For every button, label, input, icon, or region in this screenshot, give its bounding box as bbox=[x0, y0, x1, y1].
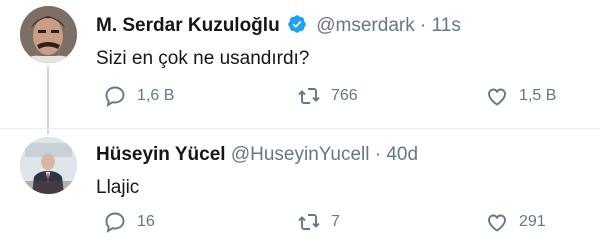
like-button[interactable]: 291 bbox=[485, 210, 546, 234]
avatar-mserdark[interactable] bbox=[20, 6, 77, 63]
retweet-count: 7 bbox=[331, 213, 340, 230]
tweet-text: Sizi en çok ne usandırdı? bbox=[96, 48, 310, 69]
tweet-2-header: Hüseyin Yücel @HuseyinYucell · 40d bbox=[96, 144, 418, 166]
timestamp[interactable]: 11s bbox=[432, 15, 461, 36]
handle[interactable]: @mserdark bbox=[316, 15, 414, 36]
tweet-1-header: M. Serdar Kuzuloğlu @mserdark · 11s bbox=[96, 14, 461, 40]
like-icon bbox=[488, 88, 506, 106]
timestamp[interactable]: 40d bbox=[386, 144, 418, 165]
retweet-count: 766 bbox=[331, 87, 358, 104]
separator-dot: · bbox=[374, 144, 382, 165]
separator-dot: · bbox=[420, 15, 427, 36]
handle[interactable]: @HuseyinYucell bbox=[231, 144, 370, 165]
reply-count: 1,6 B bbox=[137, 87, 175, 104]
like-count: 291 bbox=[519, 213, 546, 230]
retweet-icon bbox=[298, 88, 320, 104]
display-name[interactable]: M. Serdar Kuzuloğlu bbox=[96, 15, 280, 36]
retweet-button[interactable]: 766 bbox=[297, 84, 358, 108]
reply-button[interactable]: 1,6 B bbox=[103, 84, 174, 108]
retweet-icon bbox=[298, 214, 320, 230]
reply-count: 16 bbox=[137, 213, 155, 230]
reply-button[interactable]: 16 bbox=[103, 210, 155, 234]
tweet-text: Llajic bbox=[96, 177, 140, 198]
retweet-button[interactable]: 7 bbox=[297, 210, 340, 234]
like-count: 1,5 B bbox=[519, 87, 557, 104]
verified-badge-icon bbox=[287, 14, 307, 40]
thread-line bbox=[47, 66, 49, 134]
reply-icon bbox=[105, 86, 125, 107]
divider bbox=[0, 128, 600, 129]
like-icon bbox=[488, 214, 506, 232]
display-name[interactable]: Hüseyin Yücel bbox=[96, 144, 226, 165]
reply-icon bbox=[105, 212, 125, 233]
avatar-huseyinyucell[interactable] bbox=[20, 137, 77, 194]
like-button[interactable]: 1,5 B bbox=[485, 84, 556, 108]
